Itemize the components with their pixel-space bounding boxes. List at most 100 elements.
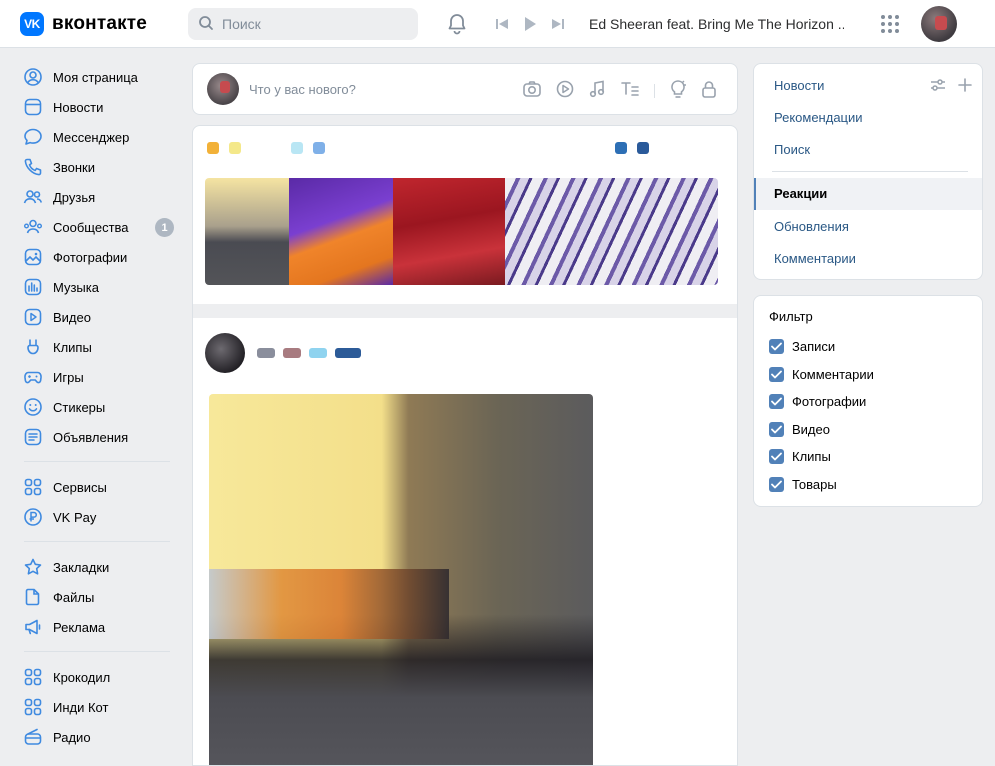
filter-option[interactable]: Видео [769, 421, 830, 437]
notifications-bell-icon[interactable] [445, 12, 469, 39]
current-track-title[interactable]: Ed Sheeran feat. Bring Me The Horizon ..… [589, 16, 844, 32]
sidebar-item-label: Друзья [53, 189, 96, 205]
sidebar-item-label: Мессенджер [53, 129, 130, 145]
filter-settings-icon[interactable] [930, 78, 946, 95]
checkbox-checked-icon[interactable] [769, 394, 784, 409]
filter-title: Фильтр [769, 309, 813, 324]
idea-bulb-icon[interactable] [669, 79, 687, 102]
post-photo-gallery[interactable] [205, 178, 718, 285]
sidebar-item-label: Моя страница [53, 69, 138, 85]
post-author-name-blurred [257, 348, 361, 358]
filter-option[interactable]: Записи [769, 339, 835, 354]
filter-panel: Фильтр Записи Комментарии Фотографии Видео К… [753, 295, 983, 507]
add-plus-icon[interactable] [958, 78, 972, 95]
search-icon [198, 15, 214, 34]
sidebar-item-label: Клипы [53, 339, 92, 355]
sidebar-item[interactable]: VK Pay [16, 502, 176, 532]
top-header: VK вконтакте Ed Sheeran feat. Bring Me T… [0, 0, 995, 48]
sidebar-item[interactable]: Клипы [16, 332, 176, 362]
sidebar-item[interactable]: Моя страница [16, 62, 176, 92]
sidebar-item[interactable]: Видео [16, 302, 176, 332]
menu-item-search[interactable]: Поиск [774, 142, 810, 157]
sidebar-divider [24, 651, 170, 652]
search-box[interactable] [188, 8, 418, 40]
left-sidebar: Моя страница Новости Мессенджер Звонки Друзь… [16, 62, 176, 752]
user-circle-icon [23, 67, 43, 87]
post-author-blurred[interactable] [205, 333, 361, 373]
app-grid-icon [23, 667, 43, 687]
feed-post [192, 125, 738, 766]
ads-icon [23, 427, 43, 447]
notification-count-badge: 1 [155, 218, 174, 237]
checkbox-checked-icon[interactable] [769, 449, 784, 464]
sidebar-item[interactable]: Объявления [16, 422, 176, 452]
sidebar-item[interactable]: Сообщества 1 [16, 212, 176, 242]
vk-logo-mark: VK [20, 12, 44, 36]
radio-icon [23, 727, 43, 747]
gallery-photo[interactable] [205, 178, 289, 285]
video-play-icon[interactable] [556, 80, 574, 101]
music-note-icon[interactable] [588, 80, 606, 101]
sidebar-item[interactable]: Музыка [16, 272, 176, 302]
filter-option[interactable]: Клипы [769, 449, 831, 464]
vk-logo[interactable]: VK вконтакте [20, 12, 147, 36]
sidebar-item[interactable]: Друзья [16, 182, 176, 212]
sidebar-item[interactable]: Новости [16, 92, 176, 122]
star-icon [23, 557, 43, 577]
text-format-icon[interactable] [620, 80, 640, 101]
gallery-photo[interactable] [393, 178, 505, 285]
file-icon [23, 587, 43, 607]
sidebar-item[interactable]: Мессенджер [16, 122, 176, 152]
filter-option-label: Фотографии [792, 394, 867, 409]
sidebar-item[interactable]: Игры [16, 362, 176, 392]
post-author-avatar[interactable] [205, 333, 245, 373]
play-icon[interactable] [522, 14, 538, 34]
sidebar-item[interactable]: Радио [16, 722, 176, 752]
megaphone-icon [23, 617, 43, 637]
menu-item-news[interactable]: Новости [774, 78, 824, 93]
vkpay-icon [23, 507, 43, 527]
gamepad-icon [23, 367, 43, 387]
menu-item-updates[interactable]: Обновления [774, 219, 849, 234]
sidebar-item[interactable]: Крокодил [16, 662, 176, 692]
lock-icon[interactable] [701, 80, 717, 101]
checkbox-checked-icon[interactable] [769, 366, 784, 382]
filter-option[interactable]: Товары [769, 476, 837, 492]
sidebar-item-label: VK Pay [53, 509, 97, 525]
sidebar-item-label: Радио [53, 729, 91, 745]
user-avatar[interactable] [921, 6, 957, 42]
sidebar-item-label: Объявления [53, 429, 129, 445]
composer-avatar [207, 73, 239, 105]
filter-option[interactable]: Фотографии [769, 394, 866, 409]
filter-option[interactable]: Комментарии [769, 366, 874, 382]
apps-grid-icon[interactable] [880, 14, 900, 37]
checkbox-checked-icon[interactable] [769, 476, 784, 492]
menu-item-comments[interactable]: Комментарии [774, 251, 856, 266]
new-post-composer[interactable]: Что у вас нового? [192, 63, 738, 115]
sidebar-item[interactable]: Реклама [16, 612, 176, 642]
video-icon [23, 307, 43, 327]
composer-placeholder[interactable]: Что у вас нового? [249, 82, 356, 97]
sidebar-item[interactable]: Файлы [16, 582, 176, 612]
sidebar-item[interactable]: Звонки [16, 152, 176, 182]
gallery-photo[interactable] [289, 178, 393, 285]
previous-track-icon[interactable] [494, 14, 510, 34]
search-input[interactable] [222, 16, 402, 32]
menu-item-reactions[interactable]: Реакции [754, 178, 982, 210]
vk-logo-text: вконтакте [52, 13, 148, 34]
checkbox-checked-icon[interactable] [769, 421, 784, 437]
camera-icon[interactable] [522, 80, 542, 101]
sidebar-item[interactable]: Фотографии [16, 242, 176, 272]
composer-tools [522, 79, 717, 102]
tools-separator [654, 83, 655, 98]
sidebar-item[interactable]: Закладки [16, 552, 176, 582]
next-track-icon[interactable] [550, 14, 566, 34]
post-main-photo[interactable] [209, 394, 593, 765]
sidebar-item[interactable]: Инди Кот [16, 692, 176, 722]
gallery-photo[interactable] [505, 178, 718, 285]
sidebar-item-label: Файлы [53, 589, 95, 605]
sidebar-item[interactable]: Стикеры [16, 392, 176, 422]
menu-item-recommendations[interactable]: Рекомендации [774, 110, 863, 125]
sidebar-item[interactable]: Сервисы [16, 472, 176, 502]
checkbox-checked-icon[interactable] [769, 339, 784, 354]
